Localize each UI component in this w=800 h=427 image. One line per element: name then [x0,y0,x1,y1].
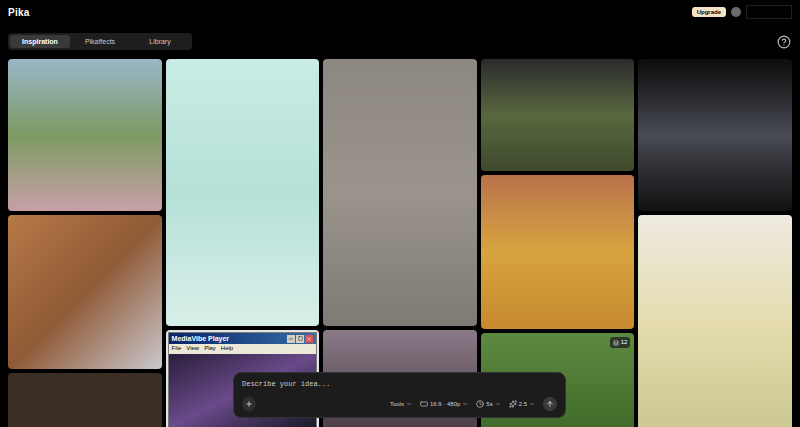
gallery-tile[interactable] [638,215,792,427]
maximize-icon [298,336,303,341]
player-menu-item[interactable]: File [172,345,182,353]
tab-row: InspirationPikaffectsLibrary [0,33,800,50]
gallery-tile[interactable] [481,175,635,329]
chevron-down-icon [495,401,501,407]
pika-app: Pika Upgrade InspirationPikaffectsLibrary M… [0,0,800,427]
gallery-tile[interactable] [8,373,162,427]
player-title-bar: MediaVibe Player [169,333,317,344]
tab-group: InspirationPikaffectsLibrary [8,33,192,50]
gallery-column [638,59,792,427]
chevron-down-icon [406,401,412,407]
tab[interactable]: Library [130,35,190,48]
minimize-icon [288,336,294,342]
tab[interactable]: Pikaffects [70,35,130,48]
player-menu-item[interactable]: View [186,345,199,353]
prompt-option[interactable]: Tools [390,401,412,407]
gallery-tile[interactable] [8,215,162,369]
chevron-down-icon [529,401,535,407]
gallery-tile[interactable] [8,59,162,211]
upgrade-button[interactable]: Upgrade [692,7,726,17]
prompt-box: Describe your idea... Tools 16:9 · 480p 5s 2… [233,372,566,418]
help-icon[interactable] [777,35,791,49]
gallery-tile[interactable] [638,59,792,211]
prompt-input[interactable]: Describe your idea... [242,379,557,390]
layers-icon [613,340,619,346]
arrow-up-icon [546,400,554,408]
close-icon [306,336,312,342]
top-bar: Pika Upgrade [0,0,800,24]
tab[interactable]: Inspiration [10,35,70,48]
close-button[interactable] [305,335,313,343]
prompt-option[interactable]: 5s [476,400,500,408]
maximize-button[interactable] [296,335,304,343]
model-icon [509,400,517,408]
player-menu-item[interactable]: Play [204,345,216,353]
avatar-icon[interactable] [731,7,741,17]
tile-count-badge: 12 [610,337,631,348]
gallery-column [8,59,162,427]
account-name-box[interactable] [746,5,792,19]
minimize-button[interactable] [287,335,295,343]
player-title: MediaVibe Player [172,335,229,342]
player-menu-item[interactable]: Help [221,345,233,353]
pika-logo[interactable]: Pika [8,5,30,20]
gallery-tile[interactable] [166,59,320,326]
prompt-option[interactable]: 16:9 · 480p [420,400,468,408]
gallery-tile[interactable] [323,59,477,326]
aspect-ratio-icon [420,400,428,408]
submit-button[interactable] [543,397,557,411]
plus-icon [245,400,253,408]
add-button[interactable] [242,397,256,411]
gallery-tile[interactable] [481,59,635,171]
player-menu-bar: File View Play Help [169,344,317,354]
prompt-option[interactable]: 2.5 [509,400,535,408]
chevron-down-icon [462,401,468,407]
clock-icon [476,400,484,408]
